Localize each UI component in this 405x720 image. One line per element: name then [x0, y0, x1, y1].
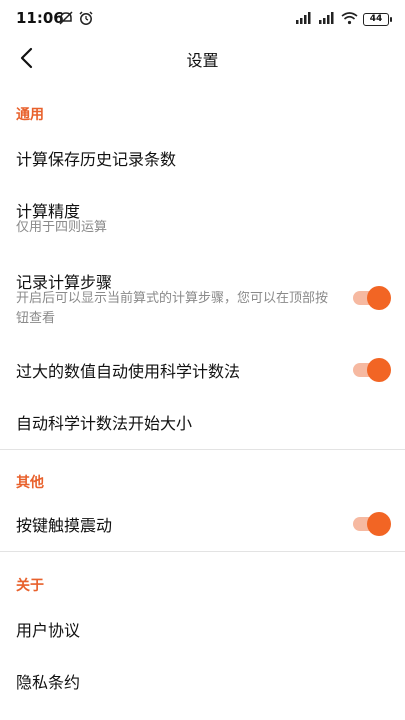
setting-user-agreement[interactable]: 用户协议	[0, 605, 405, 651]
setting-sci-notation-title: 过大的数值自动使用科学计数法	[16, 362, 241, 381]
setting-privacy-title: 隐私条约	[16, 673, 81, 692]
toggle-knob	[367, 512, 391, 536]
divider	[0, 449, 405, 450]
setting-haptic[interactable]: 按键触摸震动	[0, 500, 405, 546]
section-header-other: 其他	[16, 475, 44, 491]
setting-precision[interactable]: 计算精度 仅用于四则运算	[0, 188, 405, 244]
haptic-toggle[interactable]	[353, 512, 391, 536]
setting-calc-history-title: 计算保存历史记录条数	[16, 150, 177, 169]
setting-calc-history[interactable]: 计算保存历史记录条数	[0, 135, 405, 179]
setting-privacy[interactable]: 隐私条约	[0, 657, 405, 703]
divider	[0, 551, 405, 552]
status-right-icons: 44	[295, 10, 392, 29]
setting-sci-threshold-title: 自动科学计数法开始大小	[16, 414, 193, 433]
status-time: 11:06	[16, 9, 64, 27]
signal-icon	[318, 10, 336, 29]
section-header-about: 关于	[16, 578, 44, 594]
setting-precision-subtitle: 仅用于四则运算	[16, 220, 108, 235]
toggle-knob	[367, 358, 391, 382]
toggle-knob	[367, 286, 391, 310]
header: 设置	[0, 36, 405, 80]
page-title: 设置	[186, 51, 219, 70]
section-header-general: 通用	[16, 107, 44, 123]
setting-user-agreement-title: 用户协议	[16, 621, 81, 640]
record-steps-toggle[interactable]	[353, 286, 391, 310]
battery-icon: 44	[363, 13, 392, 26]
sci-notation-toggle[interactable]	[353, 358, 391, 382]
signal-icon	[295, 10, 313, 29]
setting-sci-threshold[interactable]: 自动科学计数法开始大小	[0, 398, 405, 444]
setting-record-steps-subtitle: 开启后可以显示当前算式的计算步骤，您可以在顶部按钮查看	[16, 291, 329, 326]
wifi-icon	[341, 10, 358, 29]
status-bar: 11:06 44	[0, 0, 405, 36]
setting-record-steps[interactable]: 记录计算步骤 开启后可以显示当前算式的计算步骤，您可以在顶部按钮查看	[0, 260, 405, 334]
alarm-icon	[78, 10, 94, 30]
setting-sci-notation[interactable]: 过大的数值自动使用科学计数法	[0, 346, 405, 392]
setting-haptic-title: 按键触摸震动	[16, 516, 113, 535]
status-left-icons	[58, 10, 94, 30]
mute-icon	[58, 10, 74, 30]
